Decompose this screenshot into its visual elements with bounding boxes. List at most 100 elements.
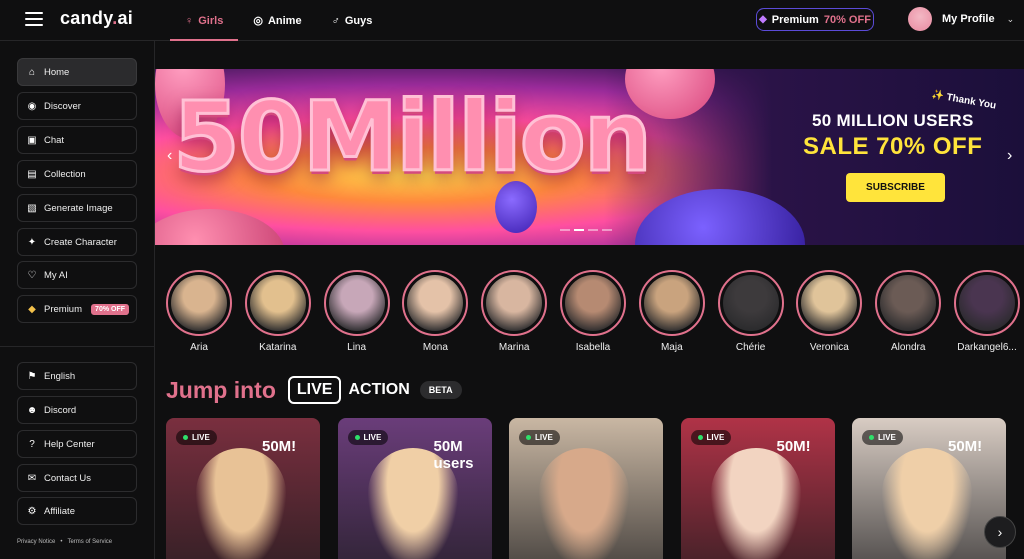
story-item[interactable]: Aria [160,270,238,353]
tab-guys[interactable]: ♂ Guys [317,0,388,41]
terms-link[interactable]: Terms of Service [67,539,112,545]
story-item[interactable]: Darkangel6... [948,270,1024,353]
card-tag: 50M! [776,438,811,455]
balloon [155,209,285,245]
avatar [328,275,385,331]
image-icon: ▧ [27,202,37,214]
story-ring [166,270,232,336]
logo-text: candy [60,8,113,28]
avatar [249,275,306,331]
story-name: Lina [347,342,367,353]
discord-icon: ☻ [26,404,38,416]
avatar [880,275,937,331]
live-badge-label: LIVE [363,433,382,442]
privacy-link[interactable]: Privacy Notice [17,539,55,545]
top-bar: candy.ai ♀ Girls ◎ Anime ♂ Guys ◆ Premiu… [0,0,1024,41]
sidebar-item-help-center[interactable]: ? Help Center [17,430,137,458]
avatar [486,275,543,331]
sidebar-item-premium[interactable]: ◆ Premium 70% OFF [17,295,137,323]
live-badge: LIVE [862,430,903,445]
sidebar-item-contact-us[interactable]: ✉ Contact Us [17,464,137,492]
story-name: Veronica [809,342,849,353]
character-stories: Aria Katarina Lina Mona Marina Isabella Maja Ch… [160,270,1020,360]
story-item[interactable]: Veronica [790,270,868,353]
story-name: Alondra [890,342,926,353]
menu-icon[interactable] [25,12,43,26]
story-ring [796,270,863,336]
story-item[interactable]: Mona [396,270,474,353]
story-ring [560,270,626,336]
sidebar-item-my-ai[interactable]: ♡ My AI [17,261,137,289]
chevron-down-icon: ⌄ [1006,13,1015,24]
carousel-dot[interactable] [574,229,584,231]
banner-prev-arrow[interactable]: ‹ [167,147,172,165]
live-dot-icon [526,435,531,440]
separator: • [60,539,63,545]
story-name: Katarina [259,342,297,353]
sidebar-item-create-character[interactable]: ✦ Create Character [17,228,137,256]
logo[interactable]: candy.ai [60,8,133,29]
profile-menu[interactable]: My Profile ⌄ [908,7,1014,31]
live-card[interactable]: 50M! LIVE [680,418,835,559]
sidebar-item-chat[interactable]: ▣ Chat [17,126,137,154]
story-name: Mona [422,342,448,353]
live-dot-icon [354,435,360,440]
help-icon: ? [29,438,35,450]
jump-into-label: Jump into [166,376,276,403]
live-badge-label: LIVE [192,433,210,442]
story-item[interactable]: Alondra [869,270,947,353]
subscribe-button[interactable]: SUBSCRIBE [846,173,945,202]
sidebar-item-label: Discover [44,100,81,112]
tab-anime[interactable]: ◎ Anime [238,0,316,41]
live-card[interactable]: LIVE [509,418,663,559]
cards-next-button[interactable]: › [984,516,1016,548]
avatar [643,275,700,331]
story-name: Aria [190,342,208,353]
story-item[interactable]: Chérie [712,270,790,353]
carousel-dot[interactable] [588,229,598,231]
character-image [882,448,972,559]
tab-girls[interactable]: ♀ Girls [170,0,239,41]
premium-discount: 70% OFF [823,13,871,26]
live-badge-label: LIVE [706,433,725,442]
live-card[interactable]: 50M! LIVE [852,418,1006,559]
live-badge-label: LIVE [878,433,896,442]
avatar [722,275,779,331]
promo-banner[interactable]: 50Million ✨ Thank You 50 MILLION USERS S… [155,69,1024,245]
sidebar-item-home[interactable]: ⌂ Home [17,58,137,86]
character-image [196,448,286,559]
story-item[interactable]: Lina [318,270,396,353]
story-name: Isabella [575,342,611,353]
live-card[interactable]: 50M users LIVE [337,418,492,559]
sidebar-item-discord[interactable]: ☻ Discord [17,396,137,424]
live-badge: LIVE [347,430,389,445]
contact-icon: ✉ [27,472,37,484]
live-card[interactable]: 50M! LIVE [166,418,320,559]
story-item[interactable]: Maja [633,270,711,353]
sidebar-item-english[interactable]: ⚑ English [17,362,137,390]
section-heading: Jump into LIVE ACTION BETA [166,374,462,406]
card-tag: 50M users [433,438,474,472]
sidebar-item-label: Create Character [44,236,117,248]
sidebar-item-discover[interactable]: ◉ Discover [17,92,137,120]
divider [0,346,155,347]
live-cards: 50M! LIVE 50M users LIVE LIVE 50M! LIVE 50M! LIV… [166,418,1024,559]
story-name: Marina [498,342,530,353]
live-badge-label: LIVE [535,433,553,442]
story-item[interactable]: Marina [475,270,553,353]
premium-button[interactable]: ◆ Premium 70% OFF [756,8,874,31]
live-dot-icon [697,435,703,440]
carousel-dot[interactable] [602,229,612,231]
story-item[interactable]: Isabella [554,270,632,353]
avatar [959,275,1015,331]
story-ring [244,270,311,336]
story-item[interactable]: Katarina [239,270,317,353]
sidebar-item-label: English [44,370,76,382]
sidebar-item-generate-image[interactable]: ▧ Generate Image [17,194,137,222]
sidebar-item-collection[interactable]: ▤ Collection [17,160,137,188]
profile-label: My Profile [942,13,995,25]
live-label: LIVE [287,376,342,404]
carousel-dot[interactable] [560,229,570,231]
banner-next-arrow[interactable]: › [1007,147,1012,165]
sidebar-item-affiliate[interactable]: ⚙ Affiliate [17,497,137,525]
